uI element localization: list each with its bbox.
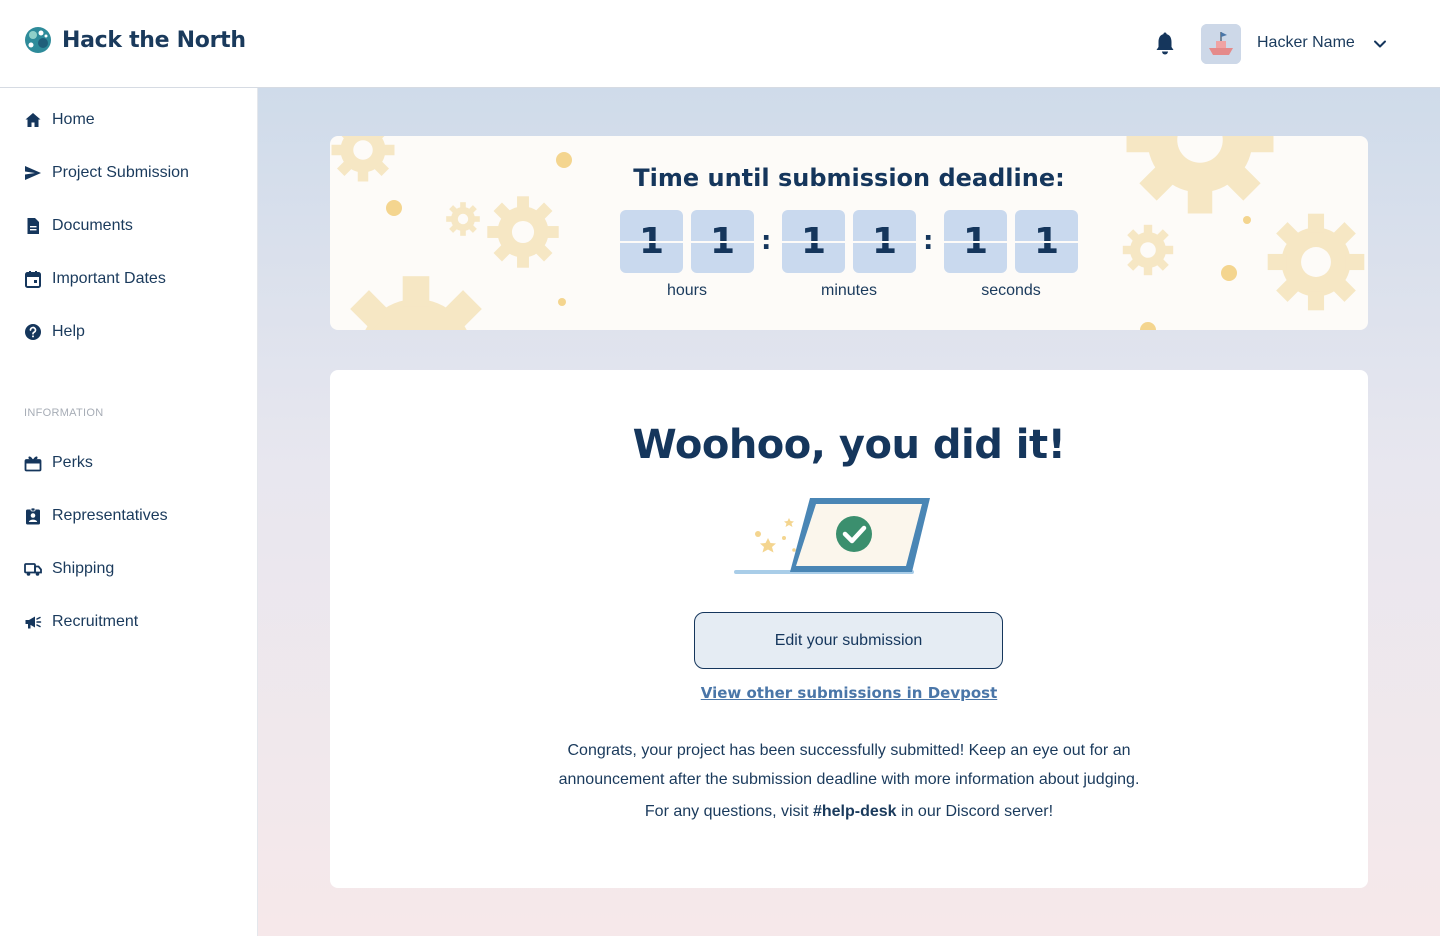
- sidebar-item-documents[interactable]: Documents: [24, 214, 133, 238]
- hack-the-north-logo-icon: [25, 27, 51, 53]
- view-devpost-submissions-link[interactable]: View other submissions in Devpost: [701, 684, 998, 702]
- congrats-message: Congrats, your project has been successf…: [558, 742, 1140, 788]
- hours-digit-2: 1: [691, 210, 754, 273]
- sidebar-item-label: Shipping: [52, 560, 115, 577]
- sidebar-item-help[interactable]: Help: [24, 320, 85, 344]
- seconds-digit-2: 1: [1015, 210, 1078, 273]
- minutes-digit-2: 1: [853, 210, 916, 273]
- boat-avatar-icon: [1201, 24, 1241, 64]
- sidebar-item-representatives[interactable]: Representatives: [24, 504, 168, 528]
- sidebar-item-label: Documents: [52, 217, 133, 234]
- home-icon: [24, 111, 42, 129]
- main-content: Time until submission deadline: 1 1 : 1 …: [258, 88, 1440, 936]
- countdown-title: Time until submission deadline:: [633, 164, 1065, 192]
- sidebar: Home Project Submission Documents Import…: [0, 88, 258, 936]
- minutes-digit-1: 1: [782, 210, 845, 273]
- sidebar-item-label: Recruitment: [52, 613, 139, 630]
- sidebar-item-label: Project Submission: [52, 164, 189, 181]
- laptop-checkmark-illustration-icon: [734, 498, 930, 574]
- user-name[interactable]: Hacker Name: [1257, 34, 1355, 52]
- badge-icon: [24, 507, 42, 525]
- sidebar-item-label: Help: [52, 323, 85, 340]
- help-suffix: in our Discord server!: [896, 803, 1054, 820]
- brand-name: Hack the North: [62, 27, 246, 53]
- sidebar-item-project-submission[interactable]: Project Submission: [24, 161, 189, 185]
- sidebar-item-label: Home: [52, 111, 95, 128]
- megaphone-icon: [24, 613, 42, 631]
- chevron-down-icon[interactable]: [1372, 36, 1388, 52]
- gift-icon: [24, 454, 42, 472]
- seconds-label: seconds: [981, 282, 1041, 299]
- seconds-digit-1: 1: [944, 210, 1007, 273]
- avatar[interactable]: [1201, 24, 1241, 64]
- minutes-label: minutes: [820, 282, 878, 299]
- document-icon: [24, 217, 42, 235]
- sidebar-item-important-dates[interactable]: Important Dates: [24, 267, 166, 291]
- sidebar-item-shipping[interactable]: Shipping: [24, 557, 114, 581]
- help-message: For any questions, visit #help-desk in o…: [520, 803, 1178, 821]
- help-prefix: For any questions, visit: [644, 803, 813, 820]
- help-icon: [24, 323, 42, 341]
- hours-digit-1: 1: [620, 210, 683, 273]
- sidebar-item-perks[interactable]: Perks: [24, 451, 93, 475]
- help-desk-channel: #help-desk: [812, 803, 897, 820]
- colon-separator: :: [761, 226, 772, 256]
- bell-icon[interactable]: [1154, 32, 1176, 56]
- sidebar-item-recruitment[interactable]: Recruitment: [24, 610, 138, 634]
- section-label-information: INFORMATION: [24, 407, 104, 419]
- hours-label: hours: [666, 282, 708, 299]
- brand[interactable]: Hack the North: [24, 26, 246, 54]
- sidebar-item-label: Perks: [52, 454, 93, 471]
- edit-submission-button[interactable]: Edit your submission: [694, 612, 1003, 669]
- sidebar-item-label: Representatives: [52, 507, 168, 524]
- countdown-card: Time until submission deadline: 1 1 : 1 …: [330, 136, 1368, 330]
- success-title: Woohoo, you did it!: [632, 422, 1066, 468]
- calendar-icon: [24, 270, 42, 288]
- submission-card: Woohoo, you did it! Edit your submission…: [330, 370, 1368, 888]
- truck-icon: [24, 560, 42, 578]
- send-icon: [24, 164, 42, 182]
- sidebar-item-home[interactable]: Home: [24, 108, 95, 132]
- colon-separator: :: [923, 226, 934, 256]
- sidebar-item-label: Important Dates: [52, 270, 166, 287]
- devpost-link-wrapper: View other submissions in Devpost: [330, 684, 1368, 703]
- top-bar: Hack the North Hacker Name: [0, 0, 1440, 88]
